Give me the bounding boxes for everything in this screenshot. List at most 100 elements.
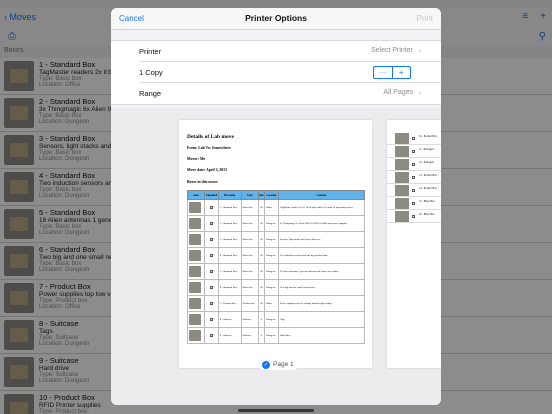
type-cell: Suitcase bbox=[240, 311, 259, 328]
doc-column-header: Location bbox=[264, 190, 279, 200]
box-name-cell: 13 - Product Box bbox=[419, 174, 437, 177]
item-photo bbox=[189, 266, 201, 277]
modal-header: Cancel Printer Options Print bbox=[111, 8, 441, 30]
box-name-cell: 11 - Packaged bbox=[419, 148, 434, 151]
unpacked-cell bbox=[204, 311, 219, 328]
contents-cell: Two big and one small nema boxes bbox=[277, 279, 366, 296]
table-row: 7 - Product Box Product box M Office Power s… bbox=[186, 295, 366, 312]
doc-table: Item Unpacked Box name Type Size Location Cont… bbox=[186, 190, 366, 344]
item-photo bbox=[395, 185, 409, 196]
item-photo-cell bbox=[186, 215, 206, 232]
box-name-cell: 15 - Basic Box bbox=[419, 200, 435, 203]
range-row[interactable]: Range All Pages › bbox=[139, 83, 441, 104]
box-name-cell: 2 - Standard Box bbox=[217, 215, 242, 232]
table-row: 15 - Basic Box bbox=[387, 197, 441, 210]
doc-title: Details of Lab move bbox=[187, 134, 234, 140]
item-photo-cell bbox=[186, 295, 206, 312]
checkbox-icon bbox=[209, 237, 213, 241]
item-photo-cell bbox=[186, 327, 206, 344]
type-cell: Basic box bbox=[240, 199, 259, 216]
box-name-cell: 5 - Standard Box bbox=[217, 263, 242, 280]
box-name-cell: 16 - Basic Box bbox=[419, 213, 435, 216]
location-cell: Dungeon bbox=[264, 263, 279, 280]
item-photo bbox=[395, 172, 409, 183]
printer-row[interactable]: Printer Select Printer › bbox=[139, 41, 441, 62]
printer-label: Printer bbox=[139, 47, 162, 56]
home-indicator bbox=[238, 409, 314, 412]
box-name-cell: 3 - Standard Box bbox=[217, 231, 242, 248]
unpacked-cell bbox=[204, 199, 219, 216]
type-cell: Basic box bbox=[240, 279, 259, 296]
checkbox-icon bbox=[412, 189, 415, 192]
type-cell: Suitcase bbox=[240, 327, 259, 344]
checkbox-icon bbox=[412, 215, 415, 218]
preview-page-2[interactable]: 10 - Product Box 11 - Packaged 12 - Packag… bbox=[387, 120, 441, 368]
doc-table-body: 1 - Standard Box Basic box M Office TagMaste… bbox=[186, 199, 366, 344]
contents-cell: Hard drive bbox=[277, 327, 366, 344]
item-photo bbox=[189, 330, 201, 341]
checkbox-icon bbox=[412, 137, 415, 140]
preview-page-1[interactable]: Details of Lab move From: Lab To: Somewh… bbox=[179, 120, 372, 370]
table-row: 16 - Basic Box bbox=[387, 210, 441, 223]
table-row: 1 - Standard Box Basic box M Office TagMaste… bbox=[186, 199, 366, 216]
table-row: 10 - Product Box bbox=[387, 132, 441, 145]
table-row: 12 - Packaged bbox=[387, 158, 441, 171]
contents-cell: Power supplies top low voltage bottom hi… bbox=[277, 295, 366, 312]
checkbox-icon bbox=[209, 317, 213, 321]
type-cell: Basic box bbox=[240, 231, 259, 248]
box-name-cell: 4 - Standard Box bbox=[217, 247, 242, 264]
checkmark-icon: ✓ bbox=[262, 360, 270, 369]
table-row: 13 - Product Box bbox=[387, 171, 441, 184]
increment-button[interactable]: + bbox=[393, 67, 411, 78]
modal-title: Printer Options bbox=[245, 13, 307, 23]
checkbox-icon bbox=[209, 205, 213, 209]
checkbox-icon bbox=[209, 301, 213, 305]
box-name-cell: 8 - Suitcase bbox=[217, 311, 242, 328]
item-photo bbox=[189, 298, 201, 309]
type-cell: Product box bbox=[240, 295, 259, 312]
type-cell: Basic box bbox=[240, 215, 259, 232]
checkbox-icon bbox=[209, 269, 213, 273]
item-photo-cell bbox=[186, 279, 206, 296]
table-row: 11 - Packaged bbox=[387, 145, 441, 158]
item-photo-cell bbox=[186, 231, 206, 248]
copies-stepper[interactable]: — + bbox=[373, 66, 411, 79]
box-name-cell: 10 - Product Box bbox=[419, 135, 437, 138]
print-preview: Details of Lab move From: Lab To: Somewh… bbox=[111, 108, 441, 405]
checkbox-icon bbox=[412, 176, 415, 179]
copies-label: 1 Copy bbox=[139, 68, 163, 77]
location-cell: Dungeon bbox=[264, 327, 279, 344]
item-photo bbox=[189, 218, 201, 229]
unpacked-cell bbox=[204, 215, 219, 232]
type-cell: Basic box bbox=[240, 263, 259, 280]
print-button[interactable]: Print bbox=[417, 14, 433, 23]
item-photo bbox=[189, 250, 201, 261]
contents-cell: Sensors, light stacks and relay cables e… bbox=[277, 231, 366, 248]
unpacked-cell bbox=[204, 231, 219, 248]
doc-from: From: Lab To: Somewhere bbox=[187, 146, 231, 150]
item-photo bbox=[189, 314, 201, 325]
table-row: 5 - Standard Box Basic box M Dungeon 18 Alie… bbox=[186, 263, 366, 280]
unpacked-cell bbox=[204, 295, 219, 312]
doc-column-header: Item bbox=[186, 190, 206, 200]
doc-boxes-heading: Boxes in this move: bbox=[187, 180, 219, 184]
item-photo bbox=[395, 146, 409, 157]
table-row: 6 - Standard Box Basic box M Dungeon Two big… bbox=[186, 279, 366, 296]
table-row: 4 - Standard Box Basic box M Dungeon Two ind… bbox=[186, 247, 366, 264]
unpacked-cell bbox=[204, 263, 219, 280]
contents-cell: 18 Alien antennas 1 generic antenna and … bbox=[277, 263, 366, 280]
doc-column-header: Type bbox=[240, 190, 259, 200]
item-photo-cell bbox=[186, 247, 206, 264]
item-photo bbox=[189, 202, 201, 213]
checkbox-icon bbox=[412, 150, 415, 153]
decrement-button[interactable]: — bbox=[374, 67, 393, 78]
contents-cell: Tags bbox=[277, 311, 366, 328]
doc-date: Move date: April 3, 2015 bbox=[187, 168, 227, 172]
page-badge: ✓ Page 1 bbox=[258, 359, 298, 370]
location-cell: Office bbox=[264, 199, 279, 216]
box-name-cell: 1 - Standard Box bbox=[217, 199, 242, 216]
doc-column-header: Box name bbox=[217, 190, 242, 200]
checkbox-icon bbox=[209, 221, 213, 225]
table-row: 9 - Suitcase Suitcase S Dungeon Hard drive bbox=[186, 327, 366, 344]
contents-cell: 3x Thingmagic 6x Alien 9650 2x 9900 2x 9… bbox=[277, 215, 366, 232]
